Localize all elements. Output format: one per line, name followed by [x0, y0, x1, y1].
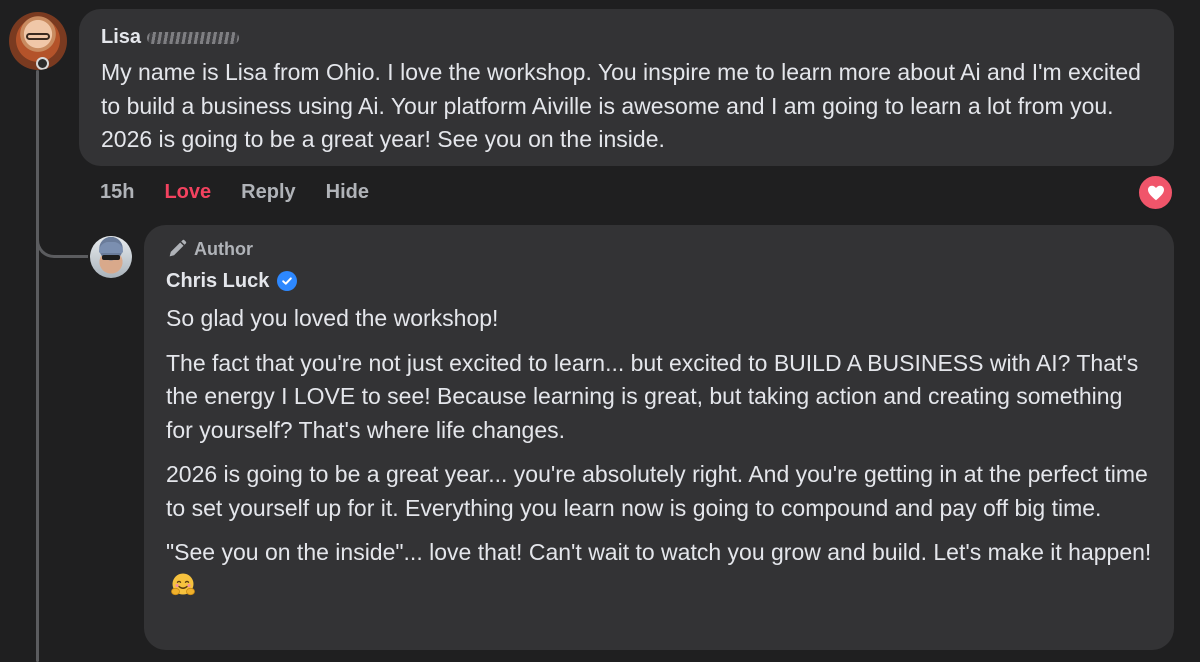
commenter-name-row: Lisa	[101, 25, 1152, 49]
checkmark-icon	[282, 277, 293, 285]
thread-connector	[36, 222, 88, 258]
avatar[interactable]	[90, 236, 132, 278]
reply-paragraph: The fact that you're not just excited to…	[166, 349, 1139, 443]
heart-icon[interactable]	[1137, 174, 1174, 211]
reply-author-name[interactable]: Chris Luck	[166, 269, 269, 293]
thread-line	[36, 70, 39, 662]
reply-paragraph: So glad you loved the workshop!	[166, 305, 499, 331]
author-badge: Author	[166, 237, 1152, 261]
reply-bubble: Author Chris Luck So glad you loved the …	[144, 225, 1174, 650]
redacted-surname	[147, 31, 240, 44]
reply-paragraph-last: "See you on the inside"... love that! Ca…	[166, 536, 1152, 603]
reply-paragraph-text: "See you on the inside"... love that! Ca…	[166, 539, 1152, 565]
author-badge-label: Author	[194, 238, 253, 259]
reply-button[interactable]: Reply	[241, 178, 295, 206]
comment-thread: Lisa My name is Lisa from Ohio. I love t…	[0, 0, 1200, 662]
comment-text: My name is Lisa from Ohio. I love the wo…	[101, 59, 1141, 152]
comment-actions: 15h Love Reply Hide	[100, 178, 369, 206]
avatar[interactable]	[9, 12, 67, 70]
comment-timestamp[interactable]: 15h	[100, 178, 134, 206]
commenter-name[interactable]: Lisa	[101, 26, 141, 48]
reply-paragraph: 2026 is going to be a great year... you'…	[166, 461, 1148, 521]
reply-author-row: Chris Luck	[166, 269, 1152, 293]
glasses-detail	[26, 33, 50, 40]
comment-bubble: Lisa My name is Lisa from Ohio. I love t…	[79, 9, 1174, 166]
verified-badge-icon	[277, 271, 298, 291]
heart-glyph	[1147, 185, 1164, 200]
sunglasses-detail	[102, 255, 120, 260]
pencil-icon	[169, 239, 187, 257]
love-button[interactable]: Love	[164, 178, 211, 206]
hide-button[interactable]: Hide	[326, 178, 369, 206]
hugging-face-emoji	[171, 573, 195, 595]
avatar-badge	[36, 57, 49, 70]
cap-detail	[99, 242, 123, 253]
